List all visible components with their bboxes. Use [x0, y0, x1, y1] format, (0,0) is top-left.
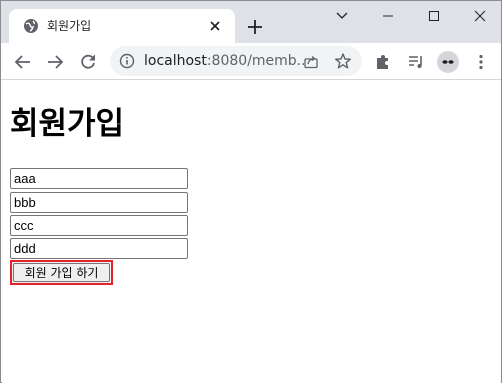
arrow-right-icon	[48, 55, 64, 69]
tab-search-button[interactable]	[319, 1, 365, 31]
back-button[interactable]	[13, 52, 33, 72]
close-icon	[474, 10, 486, 22]
globe-icon	[24, 19, 38, 33]
page-title: 회원가입	[10, 106, 125, 142]
minimize-button[interactable]	[365, 1, 411, 31]
window-close-button[interactable]	[457, 1, 502, 31]
maximize-icon	[429, 11, 439, 21]
menu-button[interactable]	[471, 52, 491, 72]
reload-button[interactable]	[78, 52, 98, 72]
kebab-menu-icon	[479, 54, 483, 70]
tab-title: 회원가입	[47, 19, 92, 33]
media-queue-icon	[409, 56, 422, 68]
page-content: 회원가입 회원 가입 하기	[2, 81, 501, 383]
form-field-2[interactable]	[10, 192, 188, 213]
url-host: localhost	[144, 53, 207, 69]
minimize-icon	[383, 15, 393, 17]
plus-icon[interactable]	[244, 16, 266, 38]
signup-submit-label: 회원 가입 하기	[24, 266, 99, 280]
tab-strip: 회원가입	[1, 1, 501, 43]
avatar[interactable]	[437, 51, 459, 73]
puzzle-icon	[377, 55, 388, 69]
browser-tab[interactable]: 회원가입	[9, 9, 235, 43]
star-icon[interactable]	[334, 52, 352, 70]
signup-submit-button[interactable]: 회원 가입 하기	[13, 263, 110, 282]
form-field-3[interactable]	[10, 215, 188, 236]
url-text[interactable]: localhost:8080/memb...	[144, 53, 304, 69]
form-field-4[interactable]	[10, 238, 188, 259]
info-icon[interactable]	[119, 53, 135, 69]
form-field-1[interactable]	[10, 168, 188, 189]
address-bar[interactable]: localhost:8080/memb...	[110, 46, 362, 76]
arrow-left-icon	[14, 55, 30, 69]
media-button[interactable]	[406, 52, 426, 72]
forward-button[interactable]	[45, 52, 65, 72]
url-path: :8080/memb...	[206, 53, 304, 69]
profile-face-icon	[442, 60, 454, 64]
chevron-down-icon	[336, 12, 348, 19]
maximize-button[interactable]	[411, 1, 457, 31]
browser-window: 회원가입 localhost:8080/memb... 회원가입 aaa bbb…	[0, 0, 502, 383]
highlight-box: 회원 가입 하기	[10, 260, 113, 285]
close-icon[interactable]	[207, 18, 223, 34]
browser-toolbar: localhost:8080/memb...	[1, 43, 501, 80]
reload-icon	[81, 54, 95, 69]
extensions-button[interactable]	[373, 52, 393, 72]
share-icon[interactable]	[303, 53, 319, 69]
